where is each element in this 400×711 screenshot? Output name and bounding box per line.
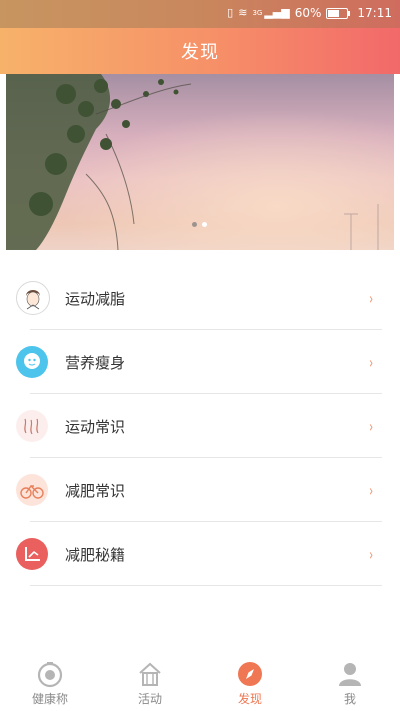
- tab-label: 我: [343, 692, 356, 706]
- tab-activity[interactable]: 活动: [100, 651, 200, 711]
- menu-item-exercise-knowledge[interactable]: 运动常识 ›: [0, 394, 400, 458]
- face-avatar-icon: [16, 281, 50, 315]
- status-icons: ▯ ≋ 3G ▂▄▆ 60% 17:11: [227, 6, 392, 20]
- wifi-icon: ≋: [238, 6, 248, 19]
- compass-icon: [238, 662, 262, 686]
- network-type-label: 3G: [252, 9, 263, 17]
- signal-icon: ▂▄▆: [264, 6, 290, 19]
- menu-item-nutrition-slimming[interactable]: 营养瘦身 ›: [0, 330, 400, 394]
- menu-item-exercise-fat-loss[interactable]: 运动减脂 ›: [0, 266, 400, 330]
- squiggle-lines-icon: [16, 410, 48, 442]
- page-title: 发现: [181, 42, 219, 63]
- bottom-tab-bar: 健康称 活动 发现 我: [0, 651, 400, 711]
- carousel-dot[interactable]: [192, 222, 197, 227]
- chevron-right-icon: ›: [368, 480, 373, 500]
- chevron-right-icon: ›: [368, 416, 373, 436]
- header-bar: 发现: [0, 28, 400, 74]
- menu-item-label: 运动常识: [65, 417, 126, 436]
- discover-menu: 运动减脂 › 营养瘦身 › 运动常识 › 减肥常识 › 减肥秘籍 ›: [0, 266, 400, 586]
- menu-item-label: 减肥秘籍: [65, 545, 126, 564]
- chevron-right-icon: ›: [368, 352, 373, 372]
- menu-item-label: 减肥常识: [65, 481, 126, 500]
- menu-item-weight-loss-knowledge[interactable]: 减肥常识 ›: [0, 458, 400, 522]
- menu-item-weight-loss-secrets[interactable]: 减肥秘籍 ›: [0, 522, 400, 586]
- tab-me[interactable]: 我: [300, 651, 400, 711]
- chevron-right-icon: ›: [368, 288, 373, 308]
- bicycle-icon: [16, 474, 48, 506]
- banner-carousel[interactable]: [6, 74, 394, 250]
- battery-percent: 60%: [294, 6, 322, 20]
- menu-item-label: 运动减脂: [65, 289, 126, 308]
- person-icon: [339, 663, 361, 686]
- vibrate-icon: ▯: [227, 6, 234, 19]
- status-bar: ▯ ≋ 3G ▂▄▆ 60% 17:11: [0, 0, 400, 28]
- carousel-indicators: [192, 222, 207, 227]
- tab-health-scale[interactable]: 健康称: [0, 651, 100, 711]
- tab-label: 活动: [137, 692, 162, 706]
- battery-icon: [326, 7, 351, 19]
- carousel-dot[interactable]: [202, 222, 207, 227]
- chevron-right-icon: ›: [368, 544, 373, 564]
- tab-label: 健康称: [31, 692, 68, 706]
- scale-icon: [37, 662, 63, 688]
- menu-item-label: 营养瘦身: [65, 353, 126, 372]
- face-bubble-icon: [16, 346, 48, 378]
- corner-chart-icon: [16, 538, 48, 570]
- tab-discover[interactable]: 发现: [200, 651, 300, 711]
- activity-house-icon: [139, 662, 161, 686]
- tab-label: 发现: [237, 692, 262, 706]
- clock: 17:11: [357, 6, 392, 20]
